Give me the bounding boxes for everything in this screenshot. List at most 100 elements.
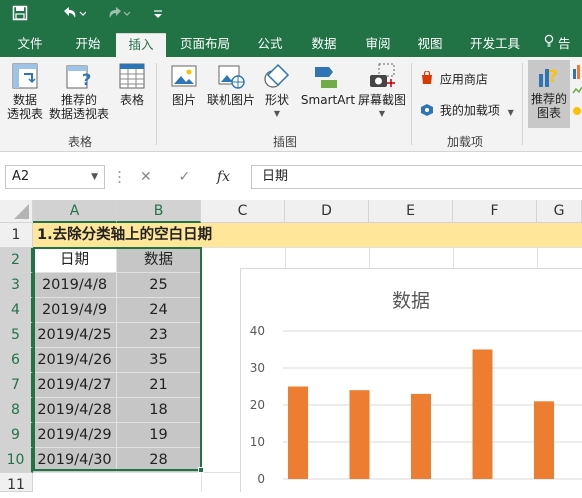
cell-a1-title[interactable]: 1.去除分类轴上的空白日期 [33,223,582,248]
pictures-button[interactable]: 图片 [166,61,202,107]
column-header-e[interactable]: E [369,200,453,223]
gridline [201,248,202,492]
column-header-b[interactable]: B [117,200,201,223]
cell-value[interactable]: 21 [117,373,201,398]
dropdown-icon: ▼ [273,109,281,118]
cell-value[interactable]: 35 [117,348,201,373]
addins-icon [420,102,436,120]
chart-bar[interactable] [534,401,554,479]
redo-icon[interactable] [105,5,131,25]
cell-value[interactable]: 18 [117,398,201,423]
chart-bar[interactable] [288,386,308,480]
row-header-8[interactable]: 8 [0,398,33,423]
picture-icon [169,61,199,91]
tab-page-layout[interactable]: 页面布局 [172,30,238,57]
group-separator [156,63,157,145]
row-header-11[interactable]: 11 [0,473,33,493]
chart-gallery-icon[interactable] [572,63,582,123]
enter-icon[interactable]: ✓ [178,165,212,189]
worksheet-grid[interactable]: A B C D E F G 1 2 3 4 5 6 7 8 9 10 11 1.… [0,200,582,493]
row-header-2[interactable]: 2 [0,248,33,273]
gridline [537,248,538,268]
cell-date[interactable]: 2019/4/27 [33,373,117,398]
cell-date[interactable]: 2019/4/26 [33,348,117,373]
pivot-table-button[interactable]: 数据 透视表 [5,61,45,121]
cell-date[interactable]: 2019/4/8 [33,273,117,298]
chart-svg: 数据 40 30 20 10 0 [250,290,582,486]
tab-review[interactable]: 审阅 [356,30,400,57]
chart-bar[interactable] [472,349,493,480]
tab-view[interactable]: 视图 [408,30,452,57]
ribbon: 数据 透视表 ? 推荐的 数据透视表 表格 表格 图片 联机图片 形状 ▼ Sm… [0,57,582,152]
cell-date[interactable]: 2019/4/28 [33,398,117,423]
customize-qat-icon[interactable] [152,5,164,25]
row-header-9[interactable]: 9 [0,423,33,448]
store-button[interactable]: 应用商店 [420,70,488,89]
cell-date[interactable]: 2019/4/9 [33,298,117,323]
group-separator [411,63,412,145]
group-separator [522,63,523,145]
insert-function-icon[interactable]: fx [217,165,247,189]
tab-tell-me[interactable]: 告 [544,30,582,57]
formula-bar-grip-icon[interactable] [118,169,121,185]
cell-value[interactable]: 25 [117,273,201,298]
formula-bar: A2 ▼ ✕ ✓ fx 日期 [0,152,582,200]
cell-value[interactable]: 23 [117,323,201,348]
column-header-c[interactable]: C [201,200,285,223]
column-header-d[interactable]: D [285,200,369,223]
dropdown-icon: ▼ [507,107,514,117]
online-pictures-button[interactable]: 联机图片 [204,61,258,107]
name-box[interactable]: A2 ▼ [5,165,105,189]
screenshot-button[interactable]: 屏幕截图 ▼ [358,61,406,121]
row-header-4[interactable]: 4 [0,298,33,323]
cancel-icon[interactable]: ✕ [140,165,174,189]
cell-value[interactable]: 19 [117,423,201,448]
column-header-f[interactable]: F [453,200,537,223]
recommended-pivot-button[interactable]: ? 推荐的 数据透视表 [46,61,112,121]
cell-b2-header-value[interactable]: 数据 [117,248,201,273]
recommended-charts-button[interactable]: ? 推荐的 图表 [528,60,570,128]
svg-text:?: ? [82,70,91,89]
row-header-1[interactable]: 1 [0,223,33,248]
table-button[interactable]: 表格 [114,61,150,107]
my-addins-button[interactable]: 我的加载项 ▼ [420,102,514,121]
group-label-illustrations: 插图 [272,135,297,149]
table-icon [117,61,147,91]
cell-value[interactable]: 28 [117,448,201,473]
row-header-10[interactable]: 10 [0,448,33,473]
column-header-g[interactable]: G [537,200,582,223]
cell-value[interactable]: 24 [117,298,201,323]
tab-developer[interactable]: 开发工具 [462,30,528,57]
y-tick-label: 20 [250,398,265,412]
row-header-7[interactable]: 7 [0,373,33,398]
row-header-6[interactable]: 6 [0,348,33,373]
chevron-down-icon[interactable]: ▼ [91,166,98,188]
shapes-button[interactable]: 形状 ▼ [262,61,292,121]
svg-text:?: ? [548,67,558,87]
chart-bar[interactable] [349,390,370,479]
cell-date[interactable]: 2019/4/29 [33,423,117,448]
cell-date[interactable]: 2019/4/25 [33,323,117,348]
save-icon[interactable] [12,5,28,25]
column-header-a[interactable]: A [33,200,117,223]
cell-a2-header-date[interactable]: 日期 [33,248,117,273]
chart-area[interactable]: 数据 40 30 20 10 0 [240,268,582,492]
recommended-chart-icon: ? [534,60,564,90]
tab-insert[interactable]: 插入 [116,33,166,57]
tab-formulas[interactable]: 公式 [248,30,292,57]
select-all-corner[interactable] [0,200,33,223]
tab-file[interactable]: 文件 [8,30,52,57]
cell-date[interactable]: 2019/4/30 [33,448,117,473]
chart-title: 数据 [392,290,430,312]
smartart-icon [313,61,343,91]
chart-bar[interactable] [411,393,431,479]
fill-handle[interactable] [198,467,204,473]
smartart-button[interactable]: SmartArt [298,61,358,107]
formula-input[interactable]: 日期 [251,165,582,189]
row-header-5[interactable]: 5 [0,323,33,348]
tab-home[interactable]: 开始 [64,30,112,57]
tab-data[interactable]: 数据 [302,30,346,57]
y-tick-label: 0 [257,472,265,486]
row-header-3[interactable]: 3 [0,273,33,298]
undo-icon[interactable] [60,5,87,25]
